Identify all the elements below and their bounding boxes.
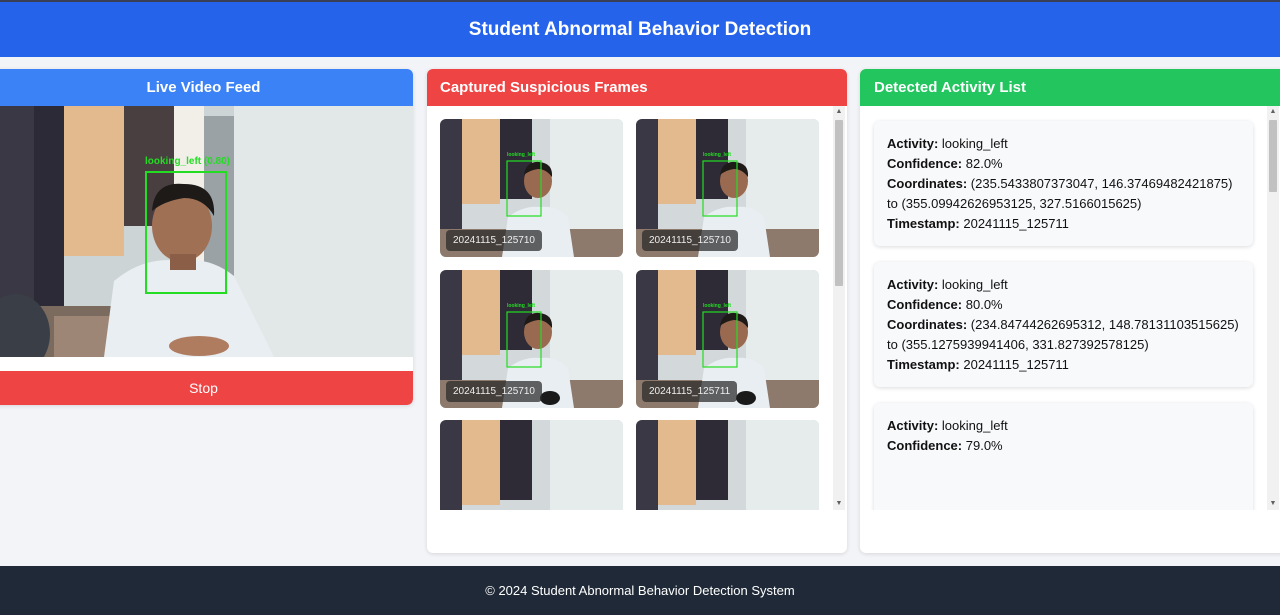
frame-image [440,420,623,510]
stop-button[interactable]: Stop [0,371,413,405]
activity-list-title: Detected Activity List [874,79,1026,96]
confidence-label: Confidence: [887,156,963,171]
frame-timestamp: 20241115_125710 [446,230,542,251]
frames-scrollbar[interactable]: ▲ ▼ [833,106,845,510]
coordinates-to-label: to [887,337,898,352]
activity-list-header: Detected Activity List [860,69,1280,106]
activity-label: Activity: [887,277,939,292]
activity-list-panel: Detected Activity List Activity: looking… [860,69,1280,553]
scroll-up-arrow-icon[interactable]: ▲ [1267,106,1279,118]
captured-frames-header: Captured Suspicious Frames [427,69,847,106]
confidence-value: 80.0% [965,297,1003,312]
activity-scrollbar[interactable]: ▲ ▼ [1267,106,1279,510]
app-footer: © 2024 Student Abnormal Behavior Detecti… [0,566,1280,615]
frame-timestamp: 20241115_125710 [642,230,738,251]
confidence-label: Confidence: [887,297,963,312]
confidence-value: 82.0% [965,156,1003,171]
captured-frames-panel: Captured Suspicious Frames looking_left … [427,69,847,553]
coordinates-label: Coordinates: [887,317,968,332]
video-frame-image [0,106,413,357]
frame-thumbnail[interactable] [636,420,819,510]
frame-detection-label: looking_left [703,152,732,158]
frame-detection-label: looking_left [507,303,536,309]
coordinates-from: (235.5433807373047, 146.37469482421875) [970,176,1233,191]
scroll-down-arrow-icon[interactable]: ▼ [1267,498,1279,510]
activity-card: Activity: looking_left Confidence: 80.0%… [874,262,1253,387]
activity-value: looking_left [941,277,1008,292]
frame-thumbnail[interactable]: looking_left 20241115_125711 [636,270,819,408]
frame-thumbnail[interactable]: looking_left 20241115_125710 [636,119,819,257]
activity-value: looking_left [941,136,1008,151]
confidence-label: Confidence: [887,438,963,453]
timestamp-label: Timestamp: [887,216,960,231]
activity-card: Activity: looking_left Confidence: 82.0%… [874,121,1253,246]
frame-timestamp: 20241115_125711 [642,381,738,402]
captured-frames-title: Captured Suspicious Frames [440,79,648,96]
activity-label: Activity: [887,136,939,151]
page-title: Student Abnormal Behavior Detection [468,18,812,40]
live-video-title: Live Video Feed [146,79,261,96]
coordinates-to: (355.1275939941406, 331.827392578125) [901,337,1149,352]
activity-label: Activity: [887,418,939,433]
live-video-feed: looking_left (0.80) [0,106,413,357]
activity-scrollbar-thumb[interactable] [1269,120,1277,192]
scroll-up-arrow-icon[interactable]: ▲ [833,106,845,118]
timestamp-value: 20241115_125711 [963,216,1069,231]
coordinates-to: (355.09942626953125, 327.5166015625) [901,196,1142,211]
timestamp-value: 20241115_125711 [963,357,1069,372]
coordinates-from: (234.84744262695312, 148.78131103515625) [970,317,1239,332]
frames-grid[interactable]: looking_left 20241115_125710 looking_lef… [427,106,847,510]
detection-label: looking_left (0.80) [145,156,231,167]
footer-text: © 2024 Student Abnormal Behavior Detecti… [485,583,795,598]
coordinates-to-label: to [887,196,898,211]
frame-thumbnail[interactable]: looking_left 20241115_125710 [440,270,623,408]
scroll-down-arrow-icon[interactable]: ▼ [833,498,845,510]
activity-card: Activity: looking_left Confidence: 79.0% [874,403,1253,510]
activity-value: looking_left [941,418,1008,433]
frame-timestamp: 20241115_125710 [446,381,542,402]
frames-scrollbar-thumb[interactable] [835,120,843,286]
frame-image [636,420,819,510]
live-video-panel: Live Video Feed looking_left (0.80) Stop [0,69,413,405]
coordinates-label: Coordinates: [887,176,968,191]
frame-thumbnail[interactable] [440,420,623,510]
live-video-header: Live Video Feed [0,69,413,106]
app-header: Student Abnormal Behavior Detection [0,0,1280,57]
activity-list[interactable]: Activity: looking_left Confidence: 82.0%… [860,106,1280,510]
frame-thumbnail[interactable]: looking_left 20241115_125710 [440,119,623,257]
timestamp-label: Timestamp: [887,357,960,372]
frame-detection-label: looking_left [703,303,732,309]
confidence-value: 79.0% [965,438,1003,453]
frame-detection-label: looking_left [507,152,536,158]
